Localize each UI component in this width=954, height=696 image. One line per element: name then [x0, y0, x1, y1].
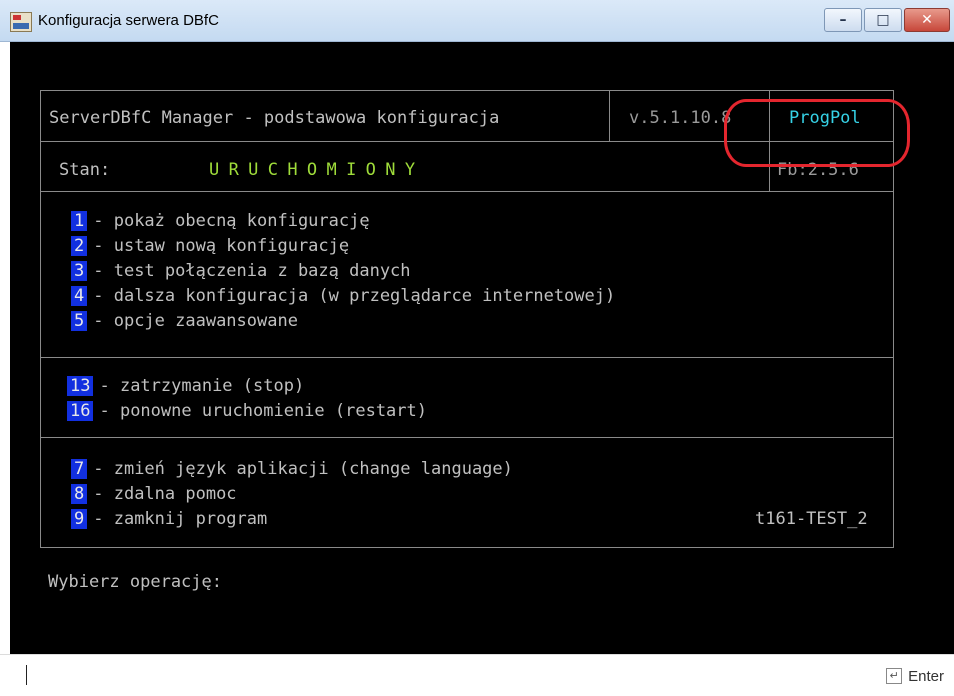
menu-number: 9	[71, 509, 88, 529]
menu-item-5[interactable]: 5- opcje zaawansowane	[71, 311, 298, 331]
menu-item-2[interactable]: 2- ustaw nową konfigurację	[71, 236, 349, 256]
divider	[609, 91, 610, 141]
text-caret	[26, 665, 27, 685]
menu-item-8[interactable]: 8- zdalna pomoc	[71, 484, 237, 504]
enter-icon: ↵	[886, 668, 903, 684]
maximize-icon: □	[876, 12, 890, 28]
close-button[interactable]: ✕	[904, 8, 950, 32]
database-app-icon	[10, 12, 32, 32]
menu-item-label: - test połączenia z bazą danych	[93, 261, 411, 281]
menu-item-label: - zatrzymanie (stop)	[99, 376, 305, 396]
divider	[41, 437, 893, 438]
menu-number: 2	[71, 236, 88, 256]
divider	[41, 357, 893, 358]
enter-label: Enter	[908, 667, 944, 685]
menu-number: 16	[67, 401, 94, 421]
close-icon: ✕	[921, 12, 933, 28]
menu-item-1[interactable]: 1- pokaż obecną konfigurację	[71, 211, 370, 231]
menu-number: 13	[67, 376, 94, 396]
menu-number: 4	[71, 286, 88, 306]
command-input-bar[interactable]: ↵ Enter	[0, 654, 954, 696]
window-controls: – □ ✕	[822, 8, 950, 32]
menu-number: 7	[71, 459, 88, 479]
app-name: ServerDBfC Manager - podstawowa konfigur…	[49, 108, 500, 128]
mouse-pointer-icon	[944, 236, 954, 256]
menu-item-label: - pokaż obecną konfigurację	[93, 211, 370, 231]
enter-button[interactable]: ↵ Enter	[886, 665, 944, 687]
menu-item-16[interactable]: 16- ponowne uruchomienie (restart)	[67, 401, 427, 421]
menu-item-7[interactable]: 7- zmień język aplikacji (change languag…	[71, 459, 513, 479]
machine-id: t161-TEST_2	[755, 509, 868, 529]
menu-item-3[interactable]: 3- test połączenia z bazą danych	[71, 261, 411, 281]
operation-prompt: Wybierz operację:	[48, 572, 222, 592]
status-label: Stan:	[59, 160, 111, 180]
maximize-button[interactable]: □	[864, 8, 902, 32]
annotation-ring	[724, 99, 910, 167]
menu-item-4[interactable]: 4- dalsza konfiguracja (w przeglądarce i…	[71, 286, 615, 306]
minimize-button[interactable]: –	[824, 8, 862, 32]
menu-item-label: - ponowne uruchomienie (restart)	[99, 401, 427, 421]
menu-number: 1	[71, 211, 88, 231]
menu-item-label: - zamknij program	[93, 509, 268, 529]
menu-item-9[interactable]: 9- zamknij program	[71, 509, 267, 529]
menu-number: 3	[71, 261, 88, 281]
minimize-icon: –	[839, 12, 847, 28]
menu-item-13[interactable]: 13- zatrzymanie (stop)	[67, 376, 304, 396]
menu-item-label: - zmień język aplikacji (change language…	[93, 459, 513, 479]
menu-item-label: - zdalna pomoc	[93, 484, 237, 504]
menu-item-label: - opcje zaawansowane	[93, 311, 298, 331]
menu-number: 8	[71, 484, 88, 504]
menu-number: 5	[71, 311, 88, 331]
status-badge: URUCHOMIONY	[209, 160, 425, 180]
app-version: v.5.1.10.8	[629, 108, 732, 128]
menu-item-label: - dalsza konfiguracja (w przeglądarce in…	[93, 286, 616, 306]
window-title: Konfiguracja serwera DBfC	[38, 12, 219, 29]
title-bar: Konfiguracja serwera DBfC – □ ✕	[0, 0, 954, 42]
divider	[41, 191, 893, 192]
menu-item-label: - ustaw nową konfigurację	[93, 236, 350, 256]
